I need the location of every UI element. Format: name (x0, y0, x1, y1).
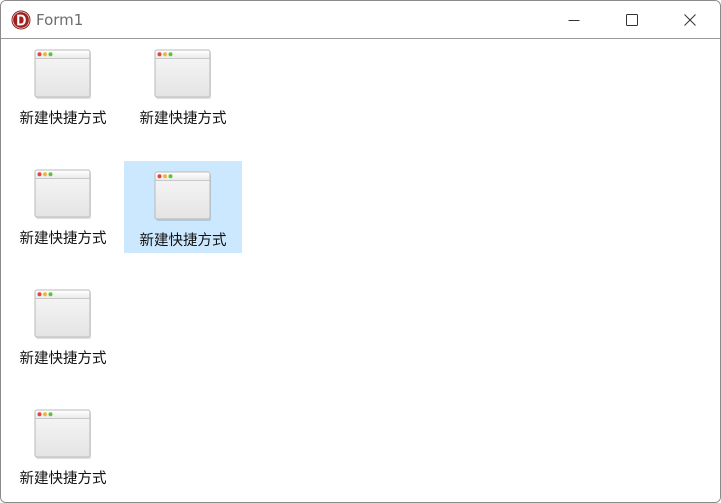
shortcut-label: 新建快捷方式 (139, 233, 227, 249)
window-app-icon (34, 289, 92, 339)
shortcut-item[interactable]: 新建快捷方式 (124, 161, 242, 253)
window-app-icon (34, 409, 92, 459)
shortcut-label: 新建快捷方式 (139, 111, 227, 127)
minimize-icon (568, 19, 580, 21)
shortcut-label: 新建快捷方式 (19, 111, 107, 127)
window-title: Form1 (36, 11, 84, 29)
window-app-icon (34, 169, 92, 219)
window-app-icon (34, 49, 92, 99)
close-icon (684, 13, 696, 26)
minimize-button[interactable] (545, 1, 603, 38)
shortcut-item[interactable]: 新建快捷方式 (4, 39, 122, 131)
shortcut-label: 新建快捷方式 (19, 471, 107, 487)
shortcut-item[interactable]: 新建快捷方式 (4, 399, 122, 491)
maximize-button[interactable] (603, 1, 661, 38)
shortcut-label: 新建快捷方式 (19, 351, 107, 367)
form1-window: Form1 新建快捷方式 新建快捷方式 新建快捷方式 新建快捷方式 新建快捷方式… (0, 0, 721, 503)
close-button[interactable] (661, 1, 719, 38)
title-bar[interactable]: Form1 (1, 1, 720, 39)
icon-view[interactable]: 新建快捷方式 新建快捷方式 新建快捷方式 新建快捷方式 新建快捷方式 新建快捷方… (1, 39, 720, 502)
delphi-d-icon[interactable] (11, 10, 31, 30)
window-app-icon (154, 49, 212, 99)
maximize-icon (626, 13, 638, 26)
window-app-icon (154, 171, 212, 221)
shortcut-item[interactable]: 新建快捷方式 (124, 39, 242, 131)
shortcut-label: 新建快捷方式 (19, 231, 107, 247)
shortcut-item[interactable]: 新建快捷方式 (4, 159, 122, 251)
shortcut-item[interactable]: 新建快捷方式 (4, 279, 122, 371)
